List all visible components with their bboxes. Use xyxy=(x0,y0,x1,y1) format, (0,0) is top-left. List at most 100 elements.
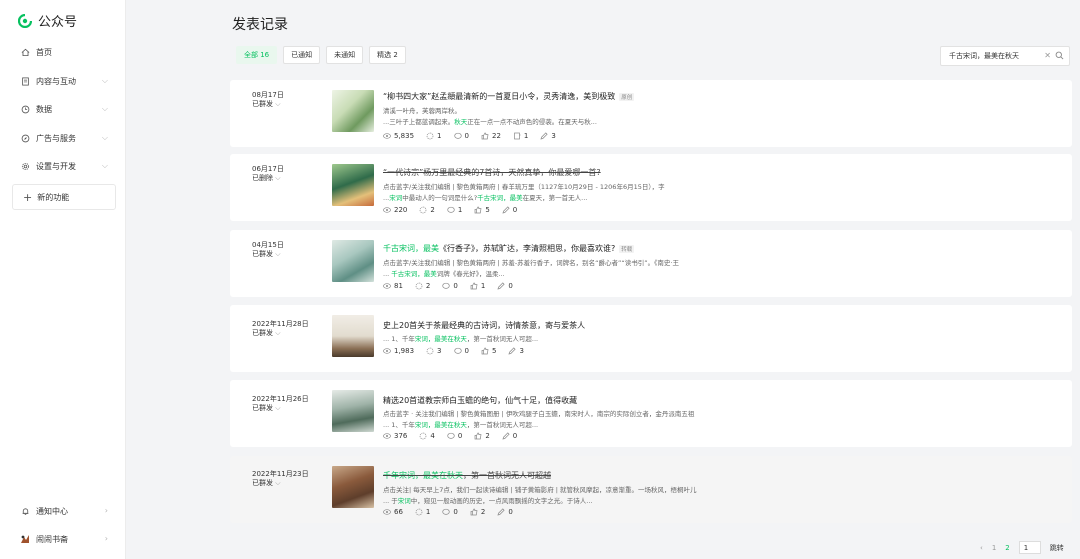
prev-page-button[interactable]: ‹ xyxy=(980,544,983,552)
article-thumbnail[interactable] xyxy=(332,315,374,357)
read-count-value: 1,983 xyxy=(394,347,415,355)
eye-icon xyxy=(383,509,391,515)
share-count: 4 xyxy=(419,432,435,440)
tab-not-notified[interactable]: 未通知 xyxy=(326,46,364,64)
filter-tabs: 全部 16 已通知 未通知 精选 2 xyxy=(236,46,406,64)
like-count-value: 22 xyxy=(491,132,501,140)
sidebar-item-notifications[interactable]: 通知中心 › xyxy=(20,503,112,519)
new-feature-label: 新的功能 xyxy=(37,192,70,202)
sidebar-item-data[interactable]: 数据 ⌵ xyxy=(20,101,112,117)
pencil-icon xyxy=(540,132,548,140)
article-thumbnail[interactable] xyxy=(332,90,374,132)
record-card[interactable]: 2022年11月28日 已群发 ⌵ 史上20首关于茶最经典的古诗词，诗情茶意，寄… xyxy=(230,305,1072,372)
status-dropdown[interactable]: 已群发 ⌵ xyxy=(252,249,281,259)
read-count: 66 xyxy=(383,508,403,516)
status-dropdown[interactable]: 已群发 ⌵ xyxy=(252,403,281,413)
search-icon[interactable] xyxy=(1055,51,1064,60)
sidebar-item-label: 首页 xyxy=(36,47,52,57)
share-count-value: 4 xyxy=(430,432,435,440)
record-card[interactable]: 08月17日 已群发 ⌵ “柳书四大家”赵孟頫最清新的一首夏日小令，灵秀清逸，美… xyxy=(230,80,1072,147)
sidebar-item-label: 闹闹书斋 xyxy=(36,534,68,544)
clock-icon xyxy=(20,104,30,114)
status-dropdown[interactable]: 已群发 ⌵ xyxy=(252,478,281,488)
edit-count: 0 xyxy=(497,282,513,290)
article-title[interactable]: 千古宋词，最美《行香子》，苏轼旷达，李清照相思，你最喜欢谁? 转载 xyxy=(383,243,635,254)
like-count: 1 xyxy=(470,282,485,290)
keyword-highlight: 千古宋词，最美 xyxy=(477,194,523,202)
like-count-value: 5 xyxy=(485,206,490,214)
status-dropdown[interactable]: 已群发 ⌵ xyxy=(252,99,281,109)
close-icon[interactable]: ✕ xyxy=(1044,51,1051,60)
article-title[interactable]: “一代诗宗”杨万里最经典的7首诗，天然真挚，你最爱哪一首? xyxy=(383,167,601,178)
chevron-right-icon: › xyxy=(104,534,108,543)
read-count: 220 xyxy=(383,206,407,214)
new-feature-button[interactable]: + 新的功能 xyxy=(12,184,116,210)
home-icon xyxy=(20,47,30,57)
chevron-down-icon: ⌵ xyxy=(275,174,281,182)
page-1-link[interactable]: 1 xyxy=(992,544,996,552)
summary-text: ... 于 xyxy=(383,497,398,505)
keyword-highlight: 千年宋词，最美在秋天 xyxy=(383,471,463,480)
page-number-input[interactable]: 1 xyxy=(1018,541,1041,554)
article-title[interactable]: 史上20首关于茶最经典的古诗词，诗情茶意，寄与爱茶人 xyxy=(383,320,585,331)
edit-count-value: 0 xyxy=(508,508,513,516)
share-count-value: 1 xyxy=(425,508,431,516)
summary-text: 中，窥见一般动画的历史，一点风雨飘摇的文字之光。于诗人... xyxy=(410,497,593,505)
article-title-text: 《行香子》，苏轼旷达，李清照相思，你最喜欢谁? xyxy=(439,244,616,253)
edit-count-value: 0 xyxy=(512,432,518,440)
article-summary-line: ... 1、千年宋词，最美在秋天，第一首秋词无人可超... xyxy=(383,419,538,429)
read-count-value: 376 xyxy=(394,432,408,440)
record-card[interactable]: 2022年11月26日 已群发 ⌵ 精选20首道教宗师白玉蟾的绝句，仙气十足，值… xyxy=(230,380,1072,447)
summary-text: 词牌《春光好》，温柔... xyxy=(436,270,505,278)
wechat-official-logo-icon xyxy=(18,13,32,28)
page-2-link[interactable]: 2 xyxy=(1005,544,1009,552)
tab-notified[interactable]: 已通知 xyxy=(283,46,321,64)
status-label: 已群发 xyxy=(252,404,273,412)
edit-count: 0 xyxy=(502,206,517,214)
sidebar-item-home[interactable]: 首页 xyxy=(20,44,112,60)
share-icon xyxy=(415,508,423,516)
article-thumbnail[interactable] xyxy=(332,466,374,508)
tab-all[interactable]: 全部 16 xyxy=(236,46,278,64)
record-card[interactable]: 04月15日 已群发 ⌵ 千古宋词，最美《行香子》，苏轼旷达，李清照相思，你最喜… xyxy=(230,230,1072,297)
article-title[interactable]: 精选20首道教宗师白玉蟾的绝句，仙气十足，值得收藏 xyxy=(383,395,577,406)
app-logo[interactable]: 公众号 xyxy=(18,11,77,30)
article-thumbnail[interactable] xyxy=(332,390,374,432)
record-card[interactable]: 2022年11月23日 已群发 ⌵ 千年宋词，最美在秋天，第一首秋词无人可超越 … xyxy=(230,456,1072,523)
read-count-value: 5,835 xyxy=(394,132,415,140)
article-title[interactable]: 千年宋词，最美在秋天，第一首秋词无人可超越 xyxy=(383,470,551,481)
article-thumbnail[interactable] xyxy=(332,164,374,206)
summary-text: 正在一点一点不动声色的侵袭。在夏天与秋... xyxy=(467,118,597,126)
share-icon xyxy=(420,432,427,440)
article-stats: 1,983 3 0 5 3 xyxy=(383,347,524,355)
share-count: 2 xyxy=(415,282,430,290)
app-title: 公众号 xyxy=(38,15,78,30)
summary-text: 中最动人的一句词是什么? xyxy=(402,194,478,202)
share-count: 1 xyxy=(415,508,430,516)
article-title[interactable]: “柳书四大家”赵孟頫最清新的一首夏日小令，灵秀清逸，美到极致 原创 xyxy=(383,91,635,102)
sidebar-item-ads[interactable]: 广告与服务 ⌵ xyxy=(20,130,112,146)
like-count: 5 xyxy=(481,347,496,355)
tab-featured[interactable]: 精选 2 xyxy=(369,46,406,64)
sidebar-item-account[interactable]: 闹闹书斋 › xyxy=(20,531,112,547)
article-thumbnail[interactable] xyxy=(332,240,374,282)
gear-icon xyxy=(20,161,30,171)
share-icon xyxy=(426,347,434,355)
article-summary-line: ... 于宋词中，窥见一般动画的历史，一点风雨飘摇的文字之光。于诗人... xyxy=(383,495,592,505)
record-card[interactable]: 06月17日 已删除 ⌵ “一代诗宗”杨万里最经典的7首诗，天然真挚，你最爱哪一… xyxy=(230,154,1072,221)
share-icon xyxy=(415,282,423,290)
summary-text: ... 1、千年 xyxy=(383,335,415,343)
share-icon xyxy=(420,206,427,214)
summary-text: ...三叶子上都蓝调起来。 xyxy=(383,118,455,126)
bookmark-icon xyxy=(514,132,521,140)
chevron-right-icon: › xyxy=(104,506,108,515)
sidebar-item-content[interactable]: 内容与互动 ⌵ xyxy=(20,73,112,89)
sidebar-item-settings[interactable]: 设置与开发 ⌵ xyxy=(20,158,112,174)
status-label: 已删除 xyxy=(252,174,273,182)
status-dropdown[interactable]: 已群发 ⌵ xyxy=(252,328,281,338)
search-input[interactable]: 千古宋词，最美在秋天 ✕ xyxy=(940,46,1070,66)
sidebar-item-label: 数据 xyxy=(36,104,52,114)
status-dropdown[interactable]: 已删除 ⌵ xyxy=(252,173,281,183)
edit-count-value: 3 xyxy=(551,132,556,140)
jump-button[interactable]: 跳转 xyxy=(1050,543,1064,553)
